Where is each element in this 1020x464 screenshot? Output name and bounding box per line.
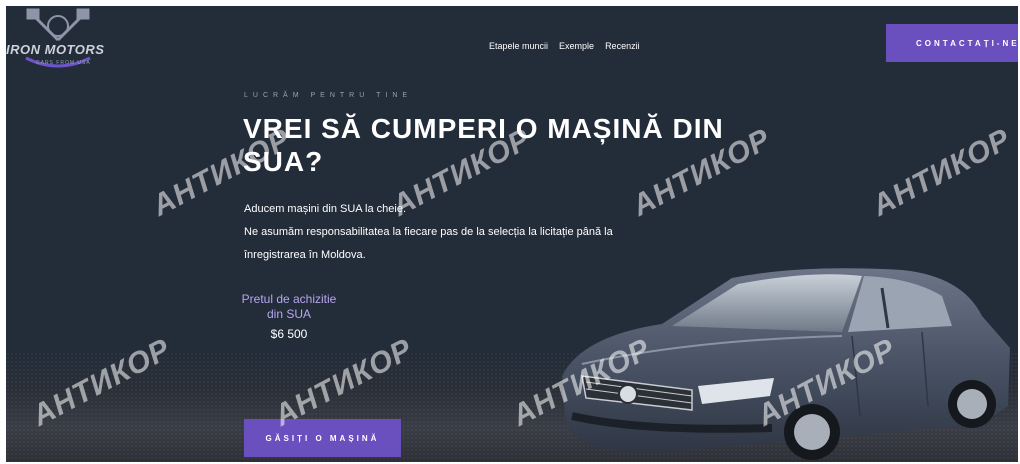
hero-eyebrow: LUCRĂM PENTRU TINE [244, 92, 413, 99]
logo[interactable]: IRON MOTORS CARS FROM USA [6, 6, 110, 76]
nav-etapele-muncii[interactable]: Etapele muncii [489, 41, 548, 51]
contact-button[interactable]: CONTACTAȚI-NE [886, 24, 1018, 62]
price-value: $6 500 [270, 327, 308, 341]
main-nav: Etapele muncii Exemple Recenzii [489, 41, 640, 51]
desc-line: Ne asumăm responsabilitatea la fiecare p… [244, 226, 613, 238]
price-block: Pretul de achizitie din SUA $6 500 [234, 292, 344, 342]
price-label: Pretul de achizitie [241, 292, 337, 306]
logo-text: IRON MOTORS [6, 42, 105, 57]
nav-recenzii[interactable]: Recenzii [605, 41, 640, 51]
watermark: АНТИКОР [866, 122, 1017, 223]
find-car-button[interactable]: GĂSIȚI O MAȘINĂ [244, 419, 401, 457]
nav-exemple[interactable]: Exemple [559, 41, 594, 51]
hero-section: IRON MOTORS CARS FROM USA Etapele muncii… [6, 6, 1018, 462]
price-label: din SUA [266, 307, 312, 321]
logo-subtitle: CARS FROM USA [36, 60, 91, 66]
